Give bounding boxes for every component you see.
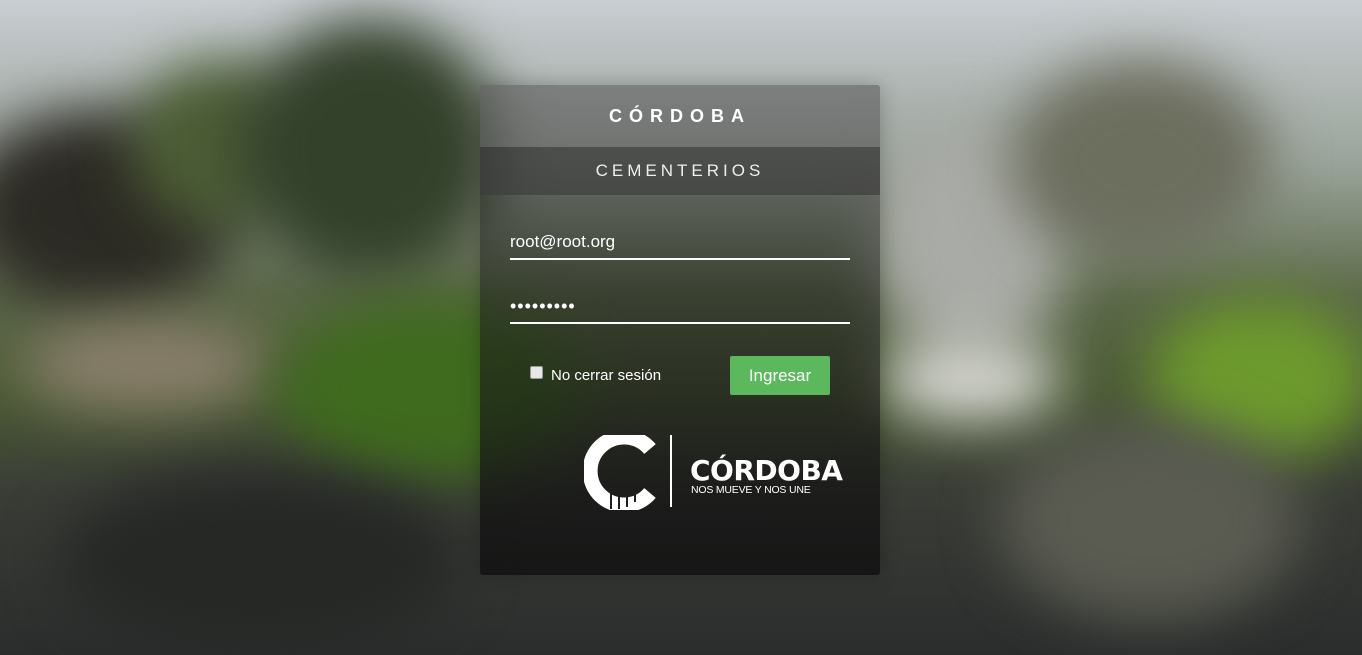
logo-divider (670, 435, 672, 507)
login-card: CÓRDOBA CEMENTERIOS No cerrar sesión Ing… (480, 85, 880, 575)
title-bar: CÓRDOBA (480, 85, 880, 147)
logo-tagline: NOS MUEVE Y NOS UNE (691, 484, 811, 496)
page-subtitle: CEMENTERIOS (595, 161, 765, 180)
password-field[interactable] (510, 290, 850, 324)
email-field[interactable] (510, 226, 850, 260)
remember-label: No cerrar sesión (551, 367, 662, 384)
remember-session[interactable]: No cerrar sesión (530, 366, 662, 384)
subtitle-bar: CEMENTERIOS (480, 147, 880, 195)
remember-checkbox[interactable] (530, 366, 543, 379)
login-button[interactable]: Ingresar (730, 356, 830, 395)
cordoba-logo: CÓRDOBA NOS MUEVE Y NOS UNE (584, 435, 843, 510)
page-title: CÓRDOBA (609, 105, 751, 126)
cordoba-c-logo-icon (584, 435, 656, 510)
logo-wordmark: CÓRDOBA (690, 454, 843, 487)
